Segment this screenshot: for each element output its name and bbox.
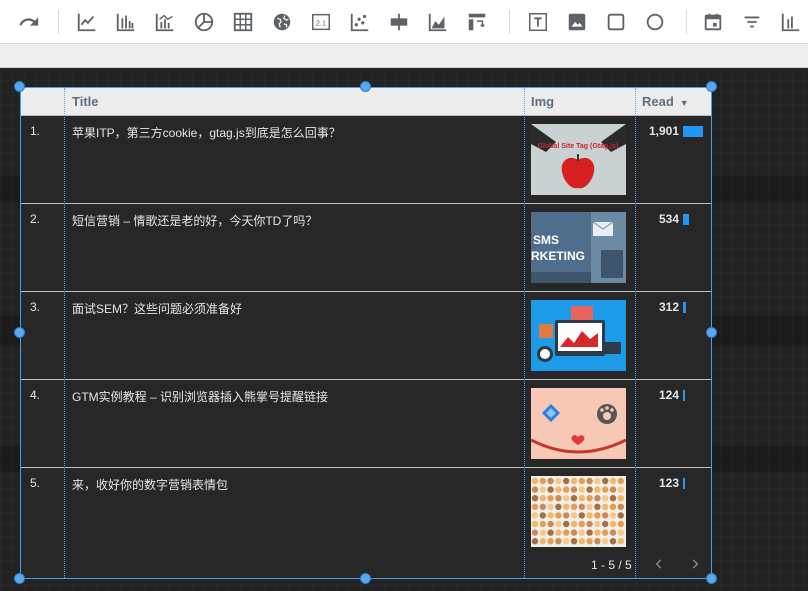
svg-text:Global Site Tag (Gtag.js): Global Site Tag (Gtag.js): [538, 143, 619, 150]
time-series-chart-icon: [77, 13, 96, 32]
redo-icon: [19, 17, 39, 26]
bullet-chart-icon: [390, 13, 408, 31]
circle-button[interactable]: [640, 8, 670, 36]
text-box-button[interactable]: [523, 8, 553, 36]
filter-control-icon: [744, 16, 760, 28]
toolbar-sub-bar: [0, 44, 808, 68]
read-count: 312: [658, 300, 679, 314]
row-number: 5.: [30, 476, 41, 490]
chevron-left-icon: [655, 559, 662, 569]
column-divider: [524, 88, 525, 578]
column-header-read[interactable]: Read ▼: [642, 94, 689, 109]
bullet-chart-button[interactable]: [384, 8, 414, 36]
pie-chart-icon: [194, 12, 214, 32]
table-row[interactable]: 3. 面试SEM？这些问题必须准备好 312: [21, 291, 711, 380]
pivot-table-icon: [468, 13, 486, 31]
rectangle-icon: [607, 13, 625, 31]
read-bar: [683, 126, 703, 137]
image-icon: [568, 13, 586, 31]
row-number: 4.: [30, 388, 41, 402]
previous-page-button[interactable]: [649, 554, 669, 574]
redo-button[interactable]: [14, 8, 44, 36]
table-icon: [233, 12, 253, 32]
resize-handle-bottom-right[interactable]: [706, 573, 717, 584]
row-number: 2.: [30, 212, 41, 226]
article-thumbnail: [531, 476, 626, 547]
resize-handle-top-right[interactable]: [706, 81, 717, 92]
sort-descending-icon: ▼: [679, 97, 689, 108]
area-chart-icon: [428, 13, 447, 32]
resize-handle-bottom-left[interactable]: [14, 573, 25, 584]
row-number: 1.: [30, 124, 41, 138]
date-range-button[interactable]: [698, 8, 728, 36]
pie-chart-button[interactable]: [189, 8, 219, 36]
column-header-read-label: Read: [642, 94, 674, 109]
table-header: Title Img Read ▼: [21, 88, 711, 115]
row-title: 来，收好你的数字营销表情包: [72, 478, 229, 492]
table-row[interactable]: 4. GTM实例教程 – 识别浏览器插入熊掌号提醒链接 124: [21, 379, 711, 468]
bar-chart-icon: [116, 13, 135, 32]
scorecard-icon: 2.1: [312, 13, 330, 31]
pagination-label: 1 - 5 / 5: [591, 558, 632, 572]
area-chart-button[interactable]: [423, 8, 453, 36]
filter-control-button[interactable]: [737, 8, 767, 36]
read-bar: [683, 214, 689, 225]
read-bar: [683, 390, 685, 401]
row-title: 面试SEM？这些问题必须准备好: [72, 302, 243, 316]
svg-text:RKETING: RKETING: [531, 249, 585, 263]
column-divider: [64, 88, 65, 578]
date-range-icon: [704, 13, 722, 31]
article-thumbnail: Global Site Tag (Gtag.js): [531, 124, 626, 195]
read-count: 123: [658, 476, 679, 490]
svg-text:SMS: SMS: [533, 233, 559, 247]
chevron-right-icon: [692, 559, 699, 569]
geo-map-icon: [273, 13, 291, 31]
scorecard-button[interactable]: 2.1: [306, 8, 336, 36]
text-box-icon: [529, 13, 547, 31]
scatter-chart-icon: [350, 13, 369, 32]
combo-chart-icon: [155, 13, 174, 32]
row-title: 苹果ITP，第三方cookie，gtag.js到底是怎么回事？: [72, 126, 341, 140]
circle-icon: [646, 13, 664, 31]
article-thumbnail: [531, 300, 626, 371]
column-header-title[interactable]: Title: [72, 94, 99, 109]
read-count: 1,901: [648, 124, 679, 138]
row-number: 3.: [30, 300, 41, 314]
table-row[interactable]: 5. 来，收好你的数字营销表情包 123: [21, 467, 711, 556]
table-row[interactable]: 1. 苹果ITP，第三方cookie，gtag.js到底是怎么回事？ Globa…: [21, 115, 711, 204]
resize-handle-bottom[interactable]: [360, 573, 371, 584]
combo-chart-button[interactable]: [150, 8, 180, 36]
resize-handle-top-left[interactable]: [14, 81, 25, 92]
resize-handle-top[interactable]: [360, 81, 371, 92]
svg-text:2.1: 2.1: [316, 19, 326, 28]
column-divider: [635, 88, 636, 578]
geo-map-button[interactable]: [267, 8, 297, 36]
report-toolbar: 2.1: [0, 0, 808, 44]
image-button[interactable]: [562, 8, 592, 36]
row-title: 短信营销 – 情歌还是老的好，今天你TD了吗？: [72, 214, 318, 228]
time-series-chart-button[interactable]: [72, 8, 102, 36]
table-chart[interactable]: Title Img Read ▼ 1. 苹果ITP，第三方cookie，gtag.…: [20, 87, 712, 579]
bar-chart-icon-2: [781, 13, 800, 32]
chart-menu-button[interactable]: [776, 8, 806, 36]
row-title: GTM实例教程 – 识别浏览器插入熊掌号提醒链接: [72, 390, 329, 404]
table-row[interactable]: 2. 短信营销 – 情歌还是老的好，今天你TD了吗？ SMS RKETING 5…: [21, 203, 711, 292]
pivot-table-button[interactable]: [462, 8, 492, 36]
read-bar: [683, 302, 686, 313]
table-button[interactable]: [228, 8, 258, 36]
read-count: 534: [658, 212, 679, 226]
resize-handle-left[interactable]: [14, 327, 25, 338]
rectangle-button[interactable]: [601, 8, 631, 36]
article-thumbnail: [531, 388, 626, 459]
read-bar: [683, 478, 685, 489]
next-page-button[interactable]: [685, 554, 705, 574]
scatter-chart-button[interactable]: [345, 8, 375, 36]
bar-chart-button[interactable]: [111, 8, 141, 36]
column-header-img[interactable]: Img: [531, 94, 554, 109]
read-count: 124: [658, 388, 679, 402]
article-thumbnail: SMS RKETING: [531, 212, 626, 283]
resize-handle-right[interactable]: [706, 327, 717, 338]
